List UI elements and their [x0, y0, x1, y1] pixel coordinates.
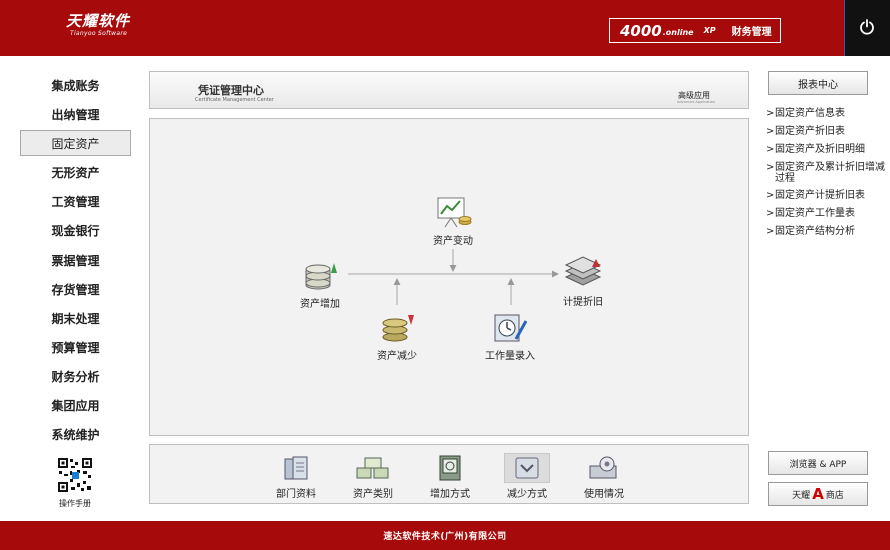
workflow-panel: 资产变动 资产增加 计提折旧 资产减少 工作量录入 [149, 118, 749, 436]
chevron-right-icon: > [766, 208, 775, 219]
module-subtitle: Certificate Management Center [195, 97, 274, 103]
department-info-label: 部门资料 [276, 489, 316, 500]
app-footer: 速达软件技术(广州)有限公司 [0, 521, 890, 550]
advanced-apps-sub: Advanced Application [677, 100, 715, 104]
store-a-logo: A [812, 485, 824, 503]
logo-sub-text: Tianyoo Software [70, 30, 128, 37]
asset-change-label: 资产变动 [433, 236, 473, 247]
power-icon [860, 19, 874, 35]
module-title: 凭证管理中心 [198, 84, 264, 97]
depreciation-node[interactable]: 计提折旧 [543, 255, 623, 308]
product-suffix: .online [662, 28, 694, 37]
workload-entry-icon [494, 314, 528, 342]
nav-bills[interactable]: 票据管理 [20, 247, 131, 273]
asset-add-label: 资产增加 [300, 299, 340, 310]
report-link-label: 固定资产计提折旧表 [775, 190, 865, 201]
nav-period-end[interactable]: 期末处理 [20, 305, 131, 331]
nav-group-apps[interactable]: 集团应用 [20, 392, 131, 418]
app-header: 天耀软件 Tianyoo Software 4000 .online XP 财务… [0, 0, 890, 56]
report-link-asset-info[interactable]: > 固定资产信息表 [766, 108, 888, 119]
chevron-right-icon: > [766, 126, 775, 137]
report-link-label: 固定资产工作量表 [775, 208, 855, 219]
department-icon [284, 456, 308, 480]
store-prefix: 天耀 [792, 490, 811, 501]
reduce-method-icon-wrap [504, 453, 550, 483]
report-link-label: 固定资产信息表 [775, 108, 845, 119]
report-link-accumulated-change[interactable]: > 固定资产及累计折旧增减过程 [766, 162, 888, 184]
reduce-method-button[interactable]: 减少方式 [492, 453, 562, 500]
asset-category-button[interactable]: 资产类别 [338, 453, 408, 500]
nav-payroll[interactable]: 工资管理 [20, 188, 131, 214]
module-title-panel: 凭证管理中心 Certificate Management Center 高级应… [149, 71, 749, 109]
reduce-method-label: 减少方式 [507, 489, 547, 500]
reduce-method-icon [515, 457, 539, 479]
brand-logo: 天耀软件 Tianyoo Software [66, 12, 131, 38]
manual-label[interactable]: 操作手册 [40, 498, 110, 509]
chevron-right-icon: > [766, 108, 775, 119]
add-method-label: 增加方式 [430, 489, 470, 500]
asset-category-label: 资产类别 [353, 489, 393, 500]
nav-system-maintenance[interactable]: 系统维护 [20, 421, 131, 447]
nav-cashier[interactable]: 出纳管理 [20, 101, 131, 127]
chevron-right-icon: > [766, 190, 775, 201]
report-link-label: 固定资产结构分析 [775, 226, 855, 237]
add-method-icon-wrap [427, 453, 473, 483]
settings-toolbar: 部门资料 资产类别 增加方式 减少方式 使用情况 [149, 444, 749, 504]
nav-cash-bank[interactable]: 现金银行 [20, 217, 131, 243]
asset-change-node[interactable]: 资产变动 [413, 196, 493, 247]
department-icon-wrap [273, 453, 319, 483]
workload-entry-node[interactable]: 工作量录入 [470, 311, 550, 362]
store-suffix: 商店 [825, 490, 844, 501]
usage-status-label: 使用情况 [584, 489, 624, 500]
nav-fixed-assets[interactable]: 固定资产 [20, 130, 131, 156]
report-link-workload[interactable]: > 固定资产工作量表 [766, 208, 888, 219]
chevron-right-icon: > [766, 144, 775, 155]
usage-icon-wrap [581, 453, 627, 483]
nav-financial-analysis[interactable]: 财务分析 [20, 363, 131, 389]
browser-app-button[interactable]: 浏览器 & APP [768, 451, 868, 475]
asset-reduce-icon [382, 315, 414, 342]
report-center-button[interactable]: 报表中心 [768, 71, 868, 95]
report-link-asset-depreciation-detail[interactable]: > 固定资产及折旧明细 [766, 144, 888, 155]
product-badge: 4000 .online XP 财务管理 [609, 18, 781, 43]
report-link-label: 固定资产及累计折旧增减过程 [775, 162, 885, 184]
report-link-label: 固定资产折旧表 [775, 126, 845, 137]
usage-status-button[interactable]: 使用情况 [569, 453, 639, 500]
nav-inventory[interactable]: 存货管理 [20, 276, 131, 302]
tianyao-store-button[interactable]: 天耀 A 商店 [768, 482, 868, 506]
asset-category-icon-wrap [350, 453, 396, 483]
asset-reduce-node[interactable]: 资产减少 [357, 311, 437, 362]
asset-add-icon [305, 263, 337, 290]
department-info-button[interactable]: 部门资料 [261, 453, 331, 500]
company-name: 速达软件技术(广州)有限公司 [383, 532, 507, 542]
chevron-right-icon: > [766, 162, 775, 173]
usage-icon [589, 456, 617, 479]
workflow-connectors [348, 249, 559, 305]
report-link-structure-analysis[interactable]: > 固定资产结构分析 [766, 226, 888, 237]
depreciation-label: 计提折旧 [563, 297, 603, 308]
asset-reduce-label: 资产减少 [377, 351, 417, 362]
product-name: 财务管理 [731, 27, 772, 38]
report-link-label: 固定资产及折旧明细 [775, 144, 865, 155]
logo-main-text: 天耀软件 [66, 12, 131, 30]
report-link-provision-depreciation[interactable]: > 固定资产计提折旧表 [766, 190, 888, 201]
power-button[interactable] [844, 0, 890, 56]
nav-intangible-assets[interactable]: 无形资产 [20, 159, 131, 185]
qr-code-icon[interactable] [57, 457, 93, 493]
workload-entry-label: 工作量录入 [485, 351, 535, 362]
report-link-depreciation[interactable]: > 固定资产折旧表 [766, 126, 888, 137]
asset-add-node[interactable]: 资产增加 [280, 259, 360, 310]
add-method-icon [439, 455, 461, 481]
nav-integrated-accounts[interactable]: 集成账务 [20, 72, 131, 98]
product-edition: XP [703, 26, 716, 35]
asset-category-icon [356, 457, 389, 479]
add-method-button[interactable]: 增加方式 [415, 453, 485, 500]
report-links: > 固定资产信息表 > 固定资产折旧表 > 固定资产及折旧明细 > 固定资产及累… [766, 108, 888, 244]
nav-budget[interactable]: 预算管理 [20, 334, 131, 360]
chevron-right-icon: > [766, 226, 775, 237]
product-number: 4000 [620, 21, 662, 40]
depreciation-icon [564, 256, 602, 286]
asset-change-icon [437, 197, 472, 228]
